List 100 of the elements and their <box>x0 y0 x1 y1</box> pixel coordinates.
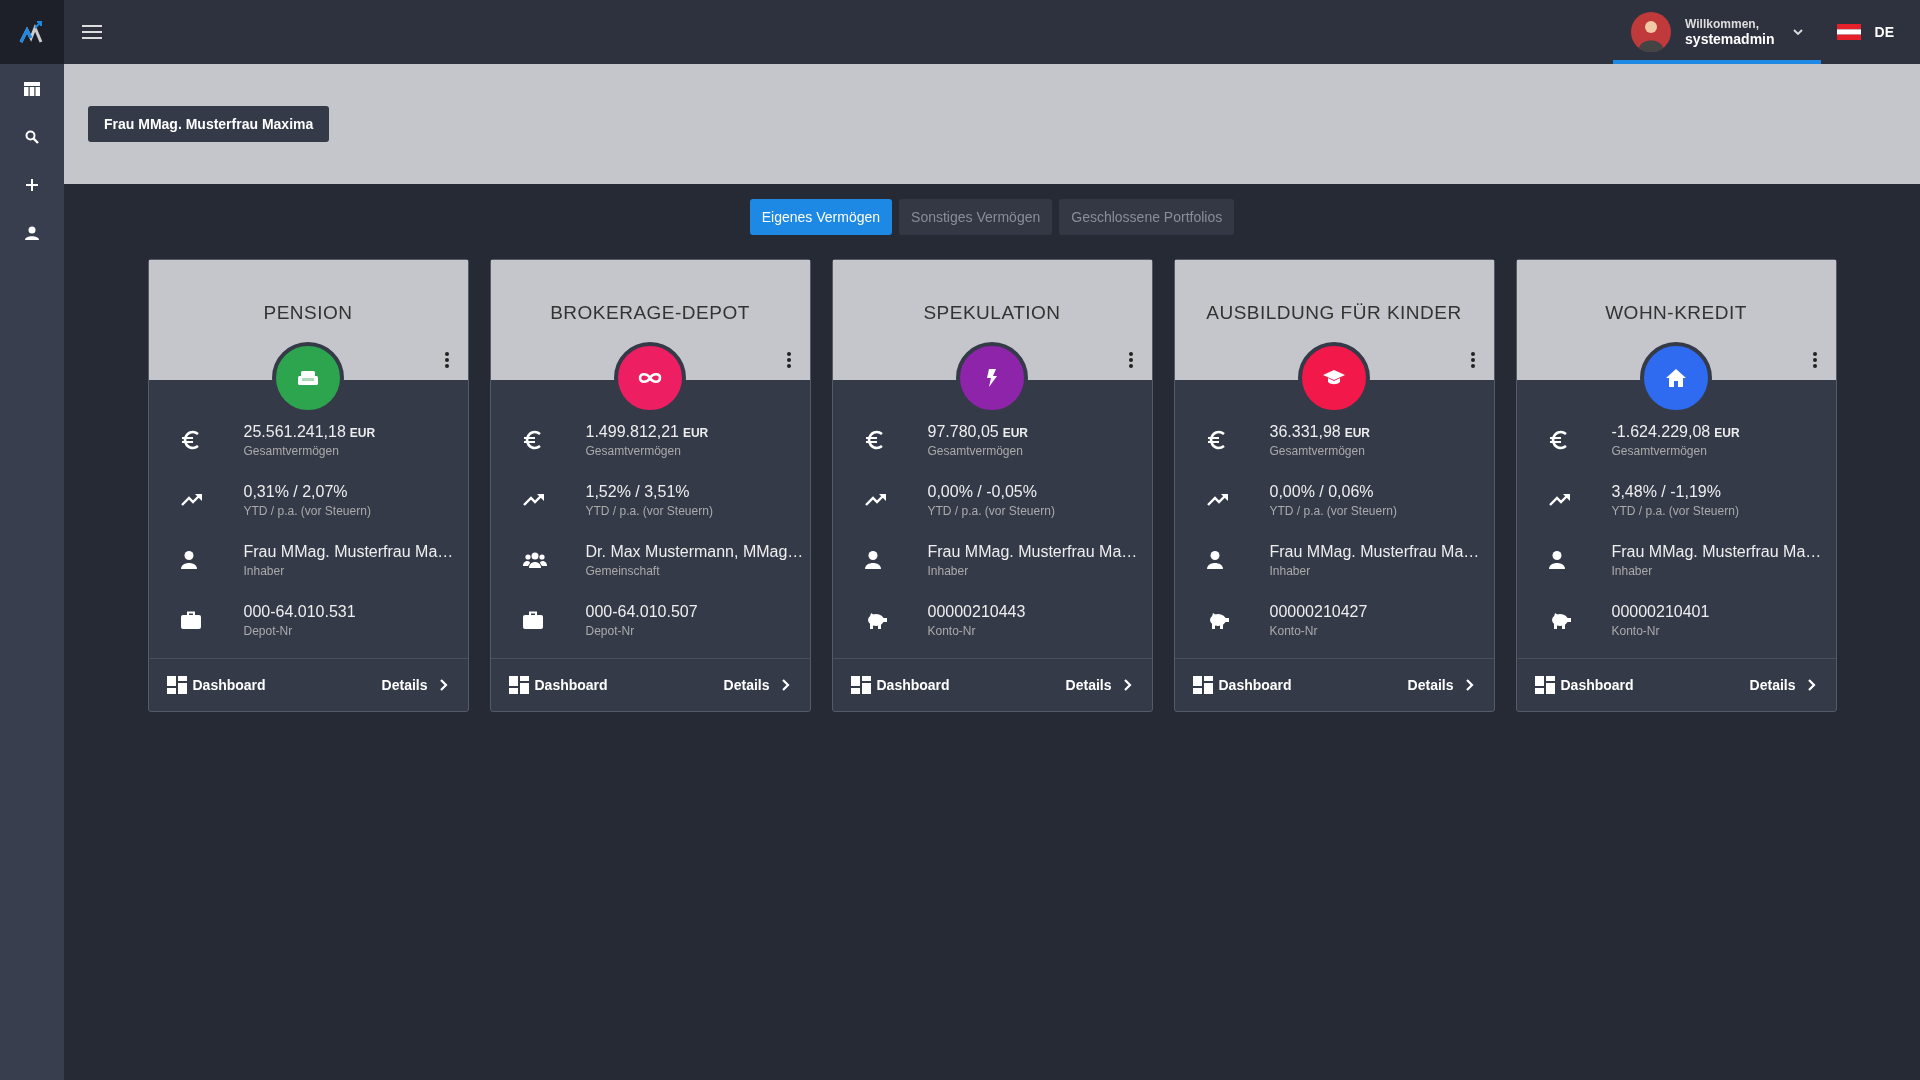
graduation-cap-icon <box>1323 370 1345 386</box>
username: systemadmin <box>1685 31 1775 47</box>
dashboard-icon <box>1192 676 1213 694</box>
welcome-text: Willkommen, <box>1685 17 1760 31</box>
row-value: 000-64.010.507 <box>585 602 699 621</box>
row-label: Depot-Nr <box>243 623 294 638</box>
row-label: Gesamtvermögen <box>243 443 340 458</box>
dashboard-icon <box>166 676 187 694</box>
trend-up-icon <box>864 493 887 507</box>
avatar-icon <box>1631 12 1672 52</box>
person-icon <box>1548 551 1565 569</box>
plus-icon[interactable] <box>25 178 39 192</box>
dashboard-icon <box>850 676 871 694</box>
trend-up-icon <box>180 493 203 507</box>
row-value: 1.499.812,21 EUR <box>585 422 710 441</box>
more-options-icon[interactable] <box>1128 352 1133 368</box>
row-value: 3,48% / -1,19% <box>1611 482 1722 501</box>
tab[interactable]: Eigenes Vermögen <box>749 199 893 235</box>
house-icon <box>1666 369 1686 387</box>
row-value: 1,52% / 3,51% <box>585 482 691 501</box>
row-label: YTD / p.a. (vor Steuern) <box>243 503 372 518</box>
euro-icon <box>864 430 885 450</box>
row-label: Gesamtvermögen <box>585 443 682 458</box>
row-value: 0,31% / 2,07% <box>243 482 349 501</box>
person-icon <box>864 551 881 569</box>
row-label: Gesamtvermögen <box>1269 443 1366 458</box>
group-icon <box>522 552 547 568</box>
dashboard-link[interactable]: Dashboard <box>1534 676 1634 694</box>
row-label: Inhaber <box>243 563 286 578</box>
euro-icon <box>522 430 543 450</box>
dashboard-link[interactable]: Dashboard <box>850 676 950 694</box>
more-options-icon[interactable] <box>1470 352 1475 368</box>
dashboard-link[interactable]: Dashboard <box>1192 676 1292 694</box>
row-label: Konto-Nr <box>1269 623 1319 638</box>
row-label: Inhaber <box>927 563 970 578</box>
dashboard-link[interactable]: Dashboard <box>166 676 266 694</box>
dashboard-link[interactable]: Dashboard <box>508 676 608 694</box>
more-options-icon[interactable] <box>444 352 449 368</box>
infinity-icon <box>638 372 662 384</box>
row-label: Gesamtvermögen <box>1611 443 1708 458</box>
briefcase-icon <box>522 611 543 629</box>
row-value: 00000210427 <box>1269 602 1369 621</box>
row-value: 25.561.241,18 EUR <box>243 422 377 441</box>
flag-icon[interactable] <box>1836 24 1861 40</box>
menu-icon[interactable] <box>82 25 102 39</box>
dashboard-icon <box>508 676 529 694</box>
row-label: Konto-Nr <box>1611 623 1661 638</box>
details-link[interactable]: Details <box>1407 677 1474 693</box>
row-value: Dr. Max Mustermann, MMag… <box>585 542 802 561</box>
row-value: -1.624.229,08 EUR <box>1611 422 1741 441</box>
card-title: SPEKULATION <box>923 302 1061 324</box>
euro-icon <box>180 430 201 450</box>
details-link[interactable]: Details <box>381 677 448 693</box>
row-label: YTD / p.a. (vor Steuern) <box>927 503 1056 518</box>
row-value: 0,00% / 0,06% <box>1269 482 1375 501</box>
row-label: Depot-Nr <box>585 623 636 638</box>
row-label: YTD / p.a. (vor Steuern) <box>1611 503 1740 518</box>
row-value: 00000210401 <box>1611 602 1711 621</box>
trend-up-icon <box>1206 493 1229 507</box>
chevron-right-icon <box>1465 679 1474 691</box>
row-label: Inhaber <box>1611 563 1654 578</box>
row-label: YTD / p.a. (vor Steuern) <box>585 503 714 518</box>
briefcase-icon <box>180 611 201 629</box>
more-options-icon[interactable] <box>786 352 791 368</box>
card-title: PENSION <box>263 302 353 324</box>
row-value: Frau MMag. Musterfrau Ma… <box>927 542 1139 561</box>
chevron-right-icon <box>781 679 790 691</box>
chevron-down-icon <box>1792 29 1803 35</box>
row-value: 000-64.010.531 <box>243 602 357 621</box>
client-name-badge: Frau MMag. Musterfrau Maxima <box>88 106 330 142</box>
row-label: Gemeinschaft <box>585 563 661 578</box>
sofa-icon <box>298 371 318 385</box>
row-value: Frau MMag. Musterfrau Ma… <box>1269 542 1481 561</box>
row-label: Gesamtvermögen <box>927 443 1024 458</box>
more-options-icon[interactable] <box>1812 352 1817 368</box>
language-code[interactable]: DE <box>1874 24 1894 40</box>
euro-icon <box>1206 430 1227 450</box>
person-icon <box>1206 551 1223 569</box>
trend-up-icon <box>522 493 545 507</box>
card-title: BROKERAGE-DEPOT <box>550 302 750 324</box>
chevron-right-icon <box>1807 679 1816 691</box>
lightning-bolt-icon <box>986 369 998 387</box>
user-icon[interactable] <box>25 226 39 240</box>
details-link[interactable]: Details <box>1065 677 1132 693</box>
details-link[interactable]: Details <box>723 677 790 693</box>
tab[interactable]: Sonstiges Vermögen <box>899 199 1053 235</box>
row-label: Inhaber <box>1269 563 1312 578</box>
chevron-right-icon <box>1123 679 1132 691</box>
table-icon[interactable] <box>24 82 40 96</box>
row-value: 97.780,05 EUR <box>927 422 1030 441</box>
row-value: 0,00% / -0,05% <box>927 482 1038 501</box>
search-icon[interactable] <box>25 130 39 144</box>
details-link[interactable]: Details <box>1749 677 1816 693</box>
tab[interactable]: Geschlossene Portfolios <box>1059 199 1235 235</box>
logo-icon <box>19 20 45 44</box>
euro-icon <box>1548 430 1569 450</box>
row-value: Frau MMag. Musterfrau Ma… <box>1611 542 1823 561</box>
row-value: 36.331,98 EUR <box>1269 422 1372 441</box>
chevron-right-icon <box>439 679 448 691</box>
row-label: Konto-Nr <box>927 623 977 638</box>
